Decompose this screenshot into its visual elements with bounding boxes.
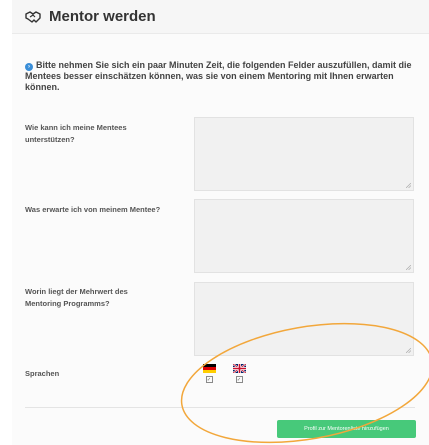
uk-flag-icon (232, 364, 246, 373)
german-flag-icon (202, 364, 216, 373)
info-text: › Bitte nehmen Sie sich ein paar Minuten … (25, 60, 420, 93)
textarea-value[interactable] (194, 282, 414, 356)
handshake-icon (25, 11, 41, 23)
language-option-german[interactable]: ✓ (197, 364, 221, 383)
page-title: Mentor werden (49, 8, 156, 25)
info-message: Bitte nehmen Sie sich ein paar Minuten Z… (25, 60, 412, 92)
add-to-mentor-list-button[interactable]: Profil zur Mentorenliste hinzufügen (277, 420, 416, 438)
resize-handle-icon[interactable] (406, 183, 411, 188)
info-icon: › (25, 63, 33, 71)
resize-handle-icon[interactable] (406, 348, 411, 353)
textarea-expectations[interactable] (194, 199, 414, 273)
resize-handle-icon[interactable] (406, 265, 411, 270)
divider (25, 407, 415, 408)
field-label-value: Worin liegt der Mehrwert des Mentoring P… (25, 287, 128, 308)
field-label-expectations: Was erwarte ich von meinem Mentee? (25, 205, 161, 214)
language-checkbox-german[interactable]: ✓ (205, 376, 213, 383)
textarea-support[interactable] (194, 117, 414, 191)
language-option-english[interactable]: ✓ (227, 364, 251, 383)
language-checkbox-english[interactable]: ✓ (235, 376, 243, 383)
field-label-support: Wie kann ich meine Mentees unterstützen? (25, 123, 127, 144)
languages-label: Sprachen (25, 369, 60, 378)
page-header: Mentor werden (12, 0, 429, 34)
